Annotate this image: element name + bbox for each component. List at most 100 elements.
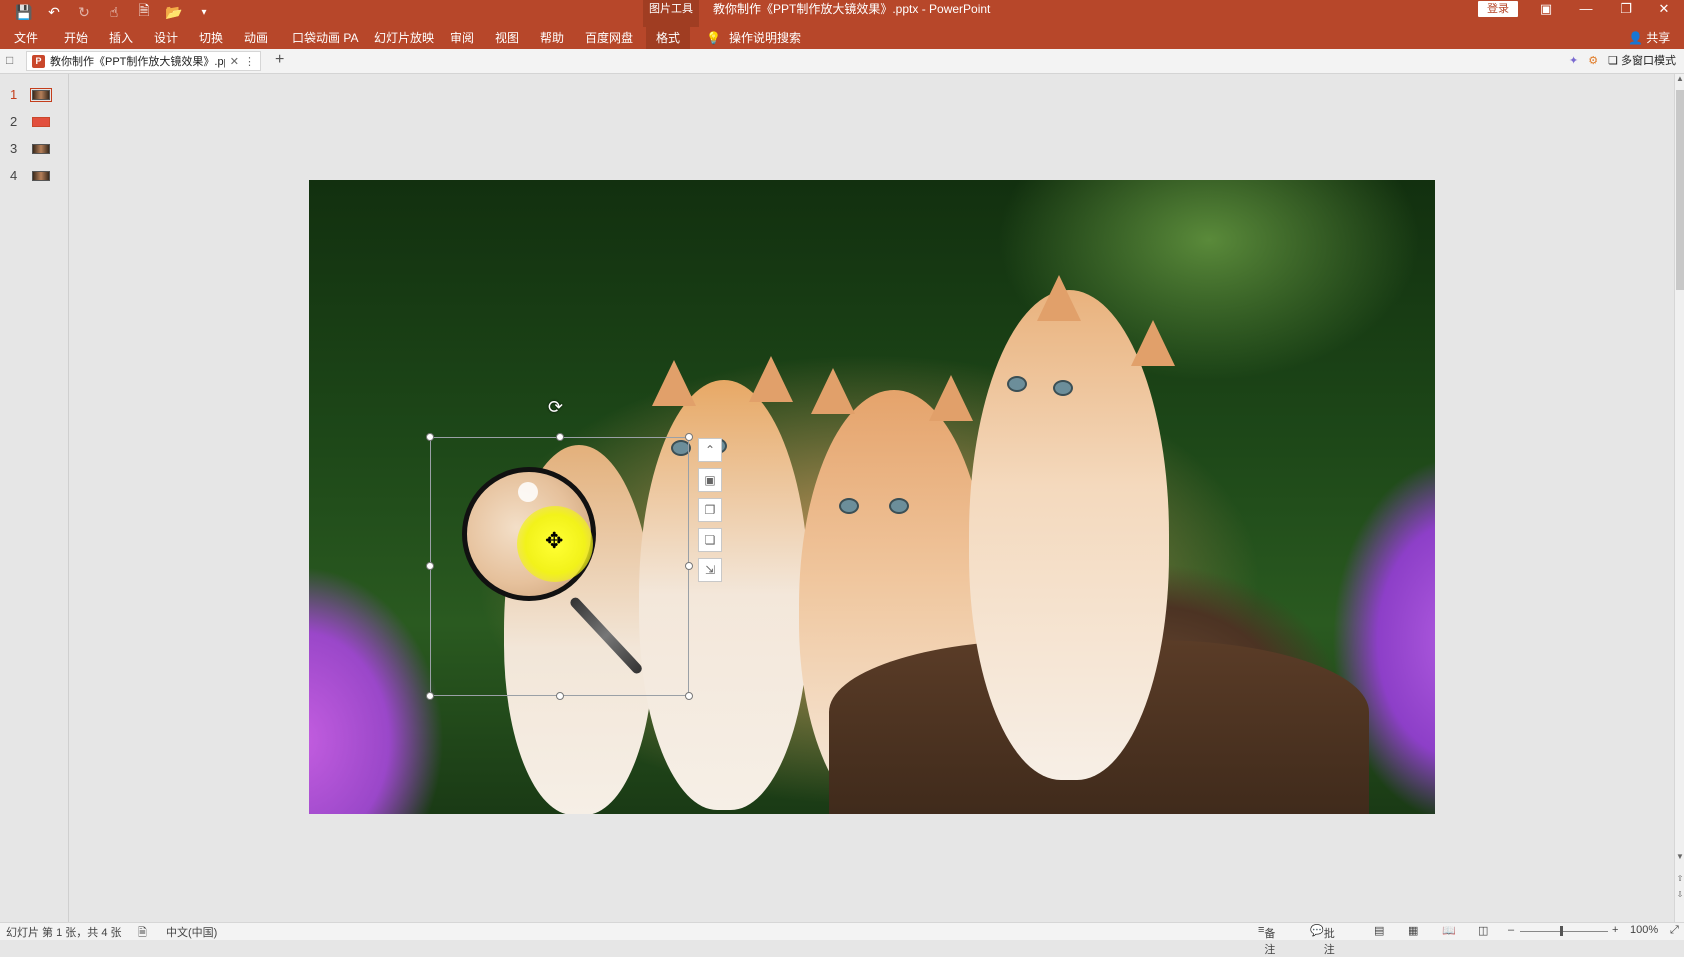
resize-handle[interactable]: [556, 433, 564, 441]
resize-handle[interactable]: [426, 433, 434, 441]
slide-sorter-icon[interactable]: ▦: [1408, 924, 1418, 937]
document-tab-label: 教你制作《PPT制作放大镜效果》.pptx: [50, 56, 225, 68]
tab-slideshow[interactable]: 幻灯片放映: [374, 27, 434, 49]
ribbon-display-icon[interactable]: ▣: [1526, 0, 1566, 20]
scrollbar-thumb[interactable]: [1676, 90, 1684, 290]
tab-menu-icon[interactable]: ⋮: [244, 55, 255, 68]
tell-me-label: 操作说明搜索: [728, 31, 801, 45]
scroll-up-icon[interactable]: ▲: [1675, 74, 1684, 83]
share-button[interactable]: 👤 共享: [1628, 27, 1670, 49]
slide-preview: [32, 170, 50, 181]
slide-thumbnail[interactable]: 1: [10, 87, 52, 102]
tab-view[interactable]: 视图: [495, 27, 519, 49]
document-tab-bar: □ P 教你制作《PPT制作放大镜效果》.pptx ✕ ⋮ + ✦ ⚙ ❏ 多窗…: [0, 49, 1684, 74]
tab-animations[interactable]: 动画: [244, 27, 268, 49]
login-button[interactable]: 登录: [1478, 1, 1518, 17]
new-tab-icon[interactable]: +: [275, 51, 284, 69]
new-file-icon[interactable]: 🗎: [134, 2, 154, 22]
resize-handle[interactable]: [685, 692, 693, 700]
close-tab-icon[interactable]: ✕: [230, 55, 239, 68]
status-bar: 幻灯片 第 1 张，共 4 张 🗎 中文(中国) ≡ 备注 💬 批注 ▤ ▦ 📖 …: [0, 922, 1684, 956]
zoom-in-icon[interactable]: +: [1612, 924, 1618, 936]
redo-icon[interactable]: ↻: [74, 2, 94, 22]
tab-transitions[interactable]: 切换: [199, 27, 223, 49]
resize-handle[interactable]: [426, 562, 434, 570]
touch-icon[interactable]: ☝: [104, 2, 124, 22]
kitten-ear: [811, 368, 855, 414]
kitten-ear: [1037, 275, 1081, 321]
lens-glare: [518, 482, 538, 502]
slide-number: 4: [10, 168, 18, 183]
tab-baidu-netdisk[interactable]: 百度网盘: [585, 27, 633, 49]
slide-thumbnail[interactable]: 4: [10, 168, 50, 183]
resize-handle[interactable]: [685, 433, 693, 441]
tab-list-icon[interactable]: □: [6, 53, 13, 67]
tab-review[interactable]: 审阅: [450, 27, 474, 49]
rotate-handle-icon[interactable]: ⟳: [548, 397, 563, 418]
tab-help[interactable]: 帮助: [540, 27, 564, 49]
kitten-eye: [1007, 376, 1027, 392]
kitten-ear: [929, 375, 973, 421]
resize-handle[interactable]: [556, 692, 564, 700]
zoom-slider[interactable]: [1520, 931, 1608, 932]
context-tools-label: 图片工具: [643, 0, 699, 27]
minimize-icon[interactable]: —: [1566, 0, 1606, 20]
title-bar: 💾 ↶ ↻ ☝ 🗎 📂 ▾ 图片工具 教你制作《PPT制作放大镜效果》.pptx…: [0, 0, 1684, 27]
previous-slide-icon[interactable]: ⇧: [1675, 874, 1684, 883]
floating-toolbar: ⌃ ▣ ❐ ❏ ⇲: [698, 438, 722, 582]
crop-icon[interactable]: ⇲: [698, 558, 722, 582]
restore-icon[interactable]: ❐: [1606, 0, 1646, 20]
send-backward-icon[interactable]: ❏: [698, 528, 722, 552]
resize-handle[interactable]: [426, 692, 434, 700]
spellcheck-icon[interactable]: 🗎: [138, 924, 147, 943]
slide-number: 2: [10, 114, 18, 129]
multi-window-button[interactable]: ❏ 多窗口模式: [1608, 52, 1676, 68]
slideshow-icon[interactable]: ◫: [1478, 924, 1488, 937]
kitten-eye: [839, 498, 859, 514]
notes-label: 备注: [1264, 928, 1276, 956]
pin-icon[interactable]: ✦: [1569, 54, 1578, 67]
close-icon[interactable]: ✕: [1644, 0, 1684, 20]
tab-format[interactable]: 格式: [646, 27, 691, 49]
next-slide-icon[interactable]: ⇩: [1675, 890, 1684, 899]
tab-pocket-animation[interactable]: 口袋动画 PA: [292, 27, 358, 49]
scroll-down-icon[interactable]: ▼: [1675, 852, 1684, 861]
kitten-eye: [1053, 380, 1073, 396]
layout-options-icon[interactable]: ▣: [698, 468, 722, 492]
collapse-icon[interactable]: ⌃: [698, 438, 722, 462]
language-indicator[interactable]: 中文(中国): [166, 924, 217, 940]
kitten-ear: [749, 356, 793, 402]
resize-handle[interactable]: [685, 562, 693, 570]
document-tab[interactable]: P 教你制作《PPT制作放大镜效果》.pptx ✕ ⋮: [26, 51, 261, 71]
bring-forward-icon[interactable]: ❐: [698, 498, 722, 522]
undo-icon[interactable]: ↶: [44, 2, 64, 22]
zoom-out-icon[interactable]: –: [1508, 924, 1514, 936]
settings-icon[interactable]: ⚙: [1588, 54, 1598, 67]
tab-file[interactable]: 文件: [14, 27, 38, 49]
tab-insert[interactable]: 插入: [109, 27, 133, 49]
zoom-level[interactable]: 100%: [1630, 924, 1658, 936]
fit-to-window-icon[interactable]: ⤢: [1670, 924, 1679, 937]
notes-button[interactable]: ≡ 备注: [1258, 924, 1275, 956]
slide-thumbnail-pane: 1 2 3 4: [0, 74, 69, 922]
tab-home[interactable]: 开始: [64, 27, 88, 49]
tab-design[interactable]: 设计: [154, 27, 178, 49]
vertical-scrollbar[interactable]: ▲ ▼ ⇧ ⇩: [1674, 74, 1684, 922]
tell-me-search[interactable]: 💡 操作说明搜索: [706, 27, 801, 49]
slide-thumbnail[interactable]: 2: [10, 114, 50, 129]
move-cursor-icon: ✥: [545, 528, 564, 553]
powerpoint-icon: P: [32, 54, 45, 68]
window-icon: ❏: [1608, 55, 1618, 67]
comments-button[interactable]: 💬 批注: [1310, 924, 1335, 956]
reading-view-icon[interactable]: 📖: [1442, 924, 1456, 937]
normal-view-icon[interactable]: ▤: [1374, 924, 1384, 937]
zoom-slider-thumb[interactable]: [1560, 926, 1563, 936]
kitten-ear: [652, 360, 696, 406]
comments-label: 批注: [1323, 928, 1335, 956]
more-icon[interactable]: ▾: [194, 2, 214, 22]
open-folder-icon[interactable]: 📂: [164, 2, 184, 22]
save-icon[interactable]: 💾: [14, 2, 34, 22]
quick-access-toolbar: 💾 ↶ ↻ ☝ 🗎 📂 ▾: [14, 2, 214, 22]
slide-thumbnail[interactable]: 3: [10, 141, 50, 156]
document-tools: ✦ ⚙ ❏ 多窗口模式: [1569, 52, 1676, 68]
